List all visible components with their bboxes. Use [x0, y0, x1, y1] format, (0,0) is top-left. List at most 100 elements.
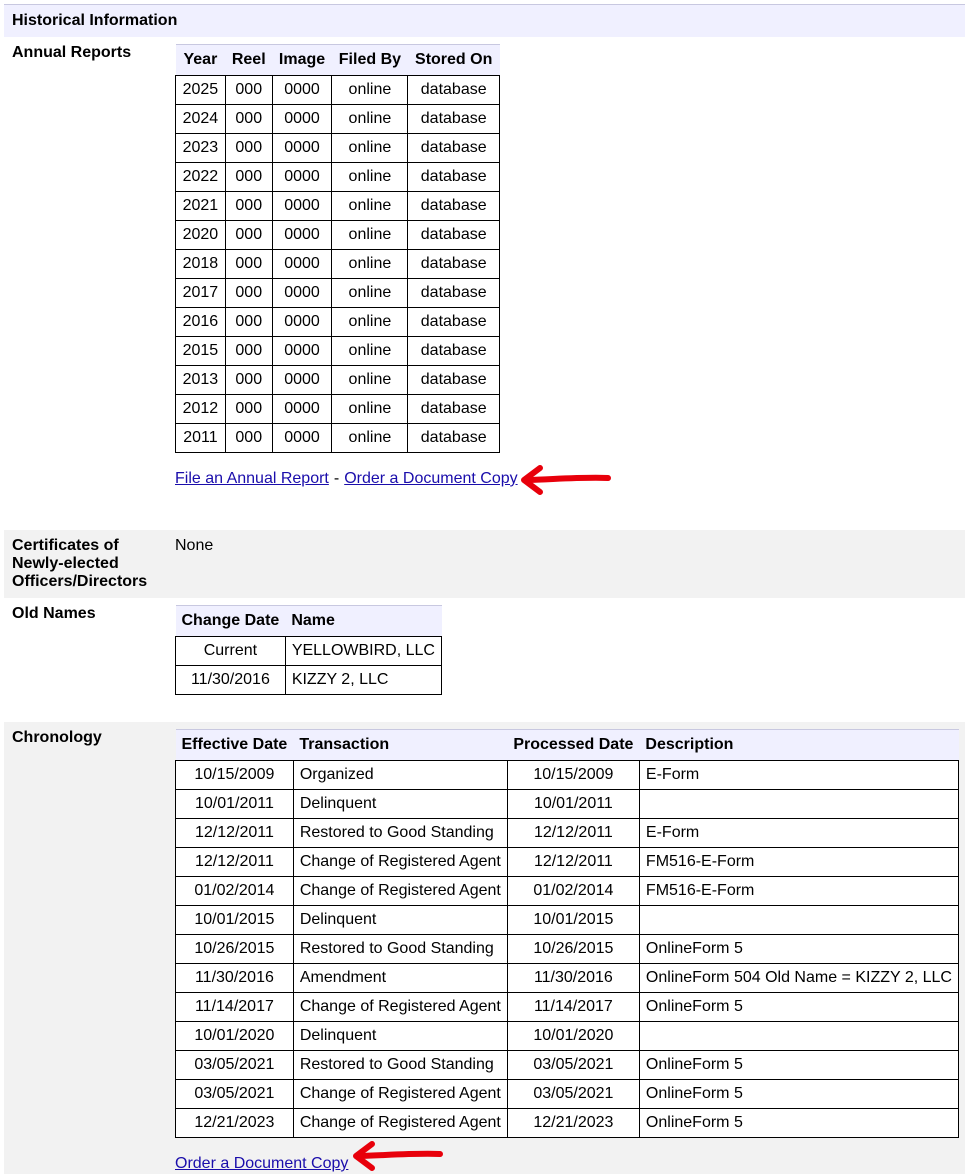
- cell-stored-on: database: [407, 75, 500, 105]
- table-row: 2024 000 0000 online database: [175, 104, 500, 134]
- cell-stored-on: database: [407, 423, 500, 453]
- cell-effective-date: 12/12/2011: [175, 818, 294, 848]
- cell-year: 2020: [175, 220, 226, 250]
- cell-description: OnlineForm 5: [638, 1108, 960, 1138]
- cell-year: 2011: [175, 423, 226, 453]
- cell-description: OnlineForm 5: [638, 992, 960, 1022]
- cell-stored-on: database: [407, 394, 500, 424]
- table-row: 11/30/2016 KIZZY 2, LLC: [175, 665, 443, 695]
- cell-processed-date: 03/05/2021: [506, 1050, 640, 1080]
- table-row: 11/14/2017 Change of Registered Agent 11/1…: [175, 992, 960, 1022]
- cell-effective-date: 01/02/2014: [175, 876, 294, 906]
- cell-description: [638, 789, 960, 819]
- cell-change-date: 11/30/2016: [175, 665, 286, 695]
- certificates-value: None: [175, 537, 214, 554]
- col-name: Name: [285, 605, 442, 637]
- cell-effective-date: 10/01/2015: [175, 905, 294, 935]
- order-document-copy-link[interactable]: Order a Document Copy: [344, 470, 517, 487]
- cell-transaction: Change of Registered Agent: [292, 1108, 508, 1138]
- certificates-band: [4, 530, 965, 598]
- cell-description: OnlineForm 5: [638, 1050, 960, 1080]
- cell-year: 2021: [175, 191, 226, 221]
- cell-effective-date: 10/01/2020: [175, 1021, 294, 1051]
- table-row: 2023 000 0000 online database: [175, 133, 500, 163]
- cell-description: FM516-E-Form: [638, 876, 960, 906]
- cell-stored-on: database: [407, 249, 500, 279]
- cell-filed-by: online: [331, 75, 409, 105]
- cell-image: 0000: [271, 307, 333, 337]
- cell-reel: 000: [224, 249, 273, 279]
- annual-reports-body: 2025 000 0000 online database 2024 000 0000 onli…: [175, 75, 500, 453]
- cell-filed-by: online: [331, 191, 409, 221]
- cell-transaction: Amendment: [292, 963, 508, 993]
- cell-effective-date: 11/14/2017: [175, 992, 294, 1022]
- cell-change-date: Current: [175, 636, 286, 666]
- cell-transaction: Delinquent: [292, 789, 508, 819]
- cell-description: [638, 1021, 960, 1051]
- link-separator: -: [333, 470, 340, 487]
- cell-processed-date: 10/01/2015: [506, 905, 640, 935]
- red-arrow-icon: [521, 465, 611, 495]
- cell-image: 0000: [271, 249, 333, 279]
- cell-filed-by: online: [331, 249, 409, 279]
- cell-stored-on: database: [407, 220, 500, 250]
- table-row: Current YELLOWBIRD, LLC: [175, 636, 443, 666]
- cell-description: E-Form: [638, 818, 960, 848]
- old-names-body: Current YELLOWBIRD, LLC 11/30/2016 KIZZY 2,…: [175, 636, 443, 695]
- cell-image: 0000: [271, 162, 333, 192]
- cell-stored-on: database: [407, 104, 500, 134]
- cell-transaction: Organized: [292, 760, 508, 790]
- file-annual-report-link[interactable]: File an Annual Report: [175, 470, 329, 487]
- cell-filed-by: online: [331, 365, 409, 395]
- cell-processed-date: 10/01/2011: [506, 789, 640, 819]
- certificates-label-line: Newly-elected: [12, 555, 119, 572]
- cell-image: 0000: [271, 336, 333, 366]
- red-arrow-icon: [353, 1141, 443, 1171]
- cell-effective-date: 10/01/2011: [175, 789, 294, 819]
- table-row: 11/30/2016 Amendment 11/30/2016 OnlineForm …: [175, 963, 960, 993]
- table-row: 2013 000 0000 online database: [175, 365, 500, 395]
- cell-reel: 000: [224, 104, 273, 134]
- old-names-table: Change Date Name Current YELLOWBIRD, LLC 1…: [175, 605, 443, 695]
- cell-processed-date: 11/30/2016: [506, 963, 640, 993]
- certificates-label: Certificates of Newly-elected Officers/D…: [12, 537, 147, 591]
- col-year: Year: [175, 44, 226, 76]
- cell-processed-date: 01/02/2014: [506, 876, 640, 906]
- cell-image: 0000: [271, 365, 333, 395]
- table-row: 10/01/2011 Delinquent 10/01/2011: [175, 789, 960, 819]
- cell-filed-by: online: [331, 278, 409, 308]
- table-row: 10/01/2020 Delinquent 10/01/2020: [175, 1021, 960, 1051]
- cell-reel: 000: [224, 394, 273, 424]
- cell-year: 2013: [175, 365, 226, 395]
- table-row: 10/26/2015 Restored to Good Standing 10/26…: [175, 934, 960, 964]
- chronology-body: 10/15/2009 Organized 10/15/2009 E-Form 10/01…: [175, 760, 960, 1138]
- cell-processed-date: 12/21/2023: [506, 1108, 640, 1138]
- table-header-row: Change Date Name: [175, 605, 442, 637]
- table-row: 03/05/2021 Restored to Good Standing 03/05…: [175, 1050, 960, 1080]
- cell-description: E-Form: [638, 760, 960, 790]
- cell-reel: 000: [224, 75, 273, 105]
- cell-transaction: Change of Registered Agent: [292, 876, 508, 906]
- cell-image: 0000: [271, 278, 333, 308]
- cell-year: 2023: [175, 133, 226, 163]
- cell-effective-date: 10/26/2015: [175, 934, 294, 964]
- annual-reports-table: Year Reel Image Filed By Stored On 2025 0…: [175, 44, 500, 453]
- cell-image: 0000: [271, 220, 333, 250]
- cell-transaction: Restored to Good Standing: [292, 818, 508, 848]
- table-row: 12/12/2011 Restored to Good Standing 12/12…: [175, 818, 960, 848]
- cell-processed-date: 10/01/2020: [506, 1021, 640, 1051]
- table-row: 2011 000 0000 online database: [175, 423, 500, 453]
- cell-image: 0000: [271, 75, 333, 105]
- col-stored-on: Stored On: [407, 44, 500, 76]
- table-row: 2025 000 0000 online database: [175, 75, 500, 105]
- table-row: 10/15/2009 Organized 10/15/2009 E-Form: [175, 760, 960, 790]
- cell-image: 0000: [271, 133, 333, 163]
- cell-transaction: Change of Registered Agent: [292, 1079, 508, 1109]
- cell-reel: 000: [224, 365, 273, 395]
- chronology-order-document-copy-link[interactable]: Order a Document Copy: [175, 1155, 348, 1172]
- cell-year: 2015: [175, 336, 226, 366]
- cell-description: [638, 905, 960, 935]
- cell-transaction: Delinquent: [292, 905, 508, 935]
- col-transaction: Transaction: [293, 729, 508, 761]
- cell-filed-by: online: [331, 220, 409, 250]
